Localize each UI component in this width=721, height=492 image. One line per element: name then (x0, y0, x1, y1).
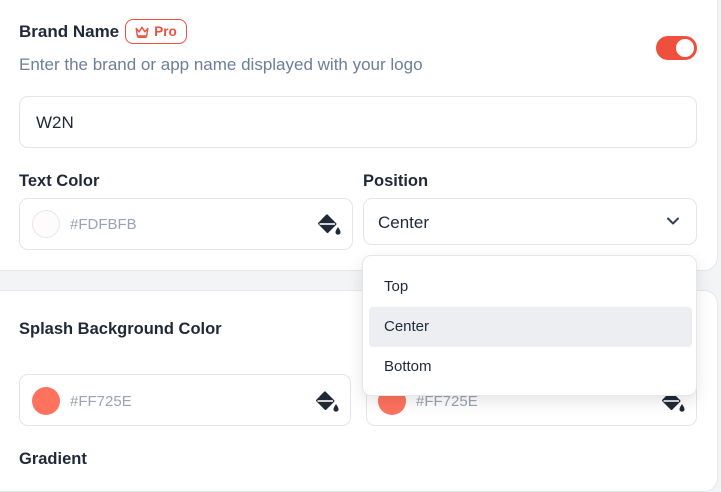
position-label: Position (363, 172, 429, 190)
crown-icon (135, 26, 149, 38)
toggle-knob (676, 39, 694, 57)
paint-bucket-icon[interactable] (316, 213, 342, 237)
dropdown-option-center[interactable]: Center (369, 307, 692, 347)
position-dropdown-menu: Top Center Bottom (362, 255, 697, 396)
pro-badge: Pro (125, 19, 187, 44)
brand-name-input[interactable]: W2N (19, 96, 697, 148)
dropdown-option-top[interactable]: Top (369, 267, 692, 307)
splash-color-hex-1: #FF725E (70, 393, 132, 410)
brand-name-value: W2N (36, 113, 74, 132)
text-color-swatch[interactable] (32, 210, 60, 238)
position-select[interactable]: Center (363, 198, 697, 245)
splash-color-field-1[interactable]: #FF725E (19, 374, 351, 426)
brand-name-title: Brand Name (19, 22, 120, 41)
chevron-down-icon (667, 217, 679, 225)
text-color-field[interactable]: #FDFBFB (19, 198, 353, 250)
splash-color-swatch-1[interactable] (32, 387, 60, 415)
position-selected-value: Center (378, 213, 430, 232)
text-color-hex: #FDFBFB (70, 216, 137, 233)
paint-bucket-icon[interactable] (314, 390, 340, 414)
text-color-label: Text Color (19, 172, 100, 190)
dropdown-option-bottom[interactable]: Bottom (369, 347, 692, 387)
brand-name-description: Enter the brand or app name displayed wi… (19, 55, 423, 74)
gradient-label: Gradient (19, 450, 87, 468)
splash-background-label: Splash Background Color (19, 320, 222, 338)
brand-name-toggle[interactable] (656, 36, 697, 60)
pro-badge-label: Pro (154, 24, 177, 39)
